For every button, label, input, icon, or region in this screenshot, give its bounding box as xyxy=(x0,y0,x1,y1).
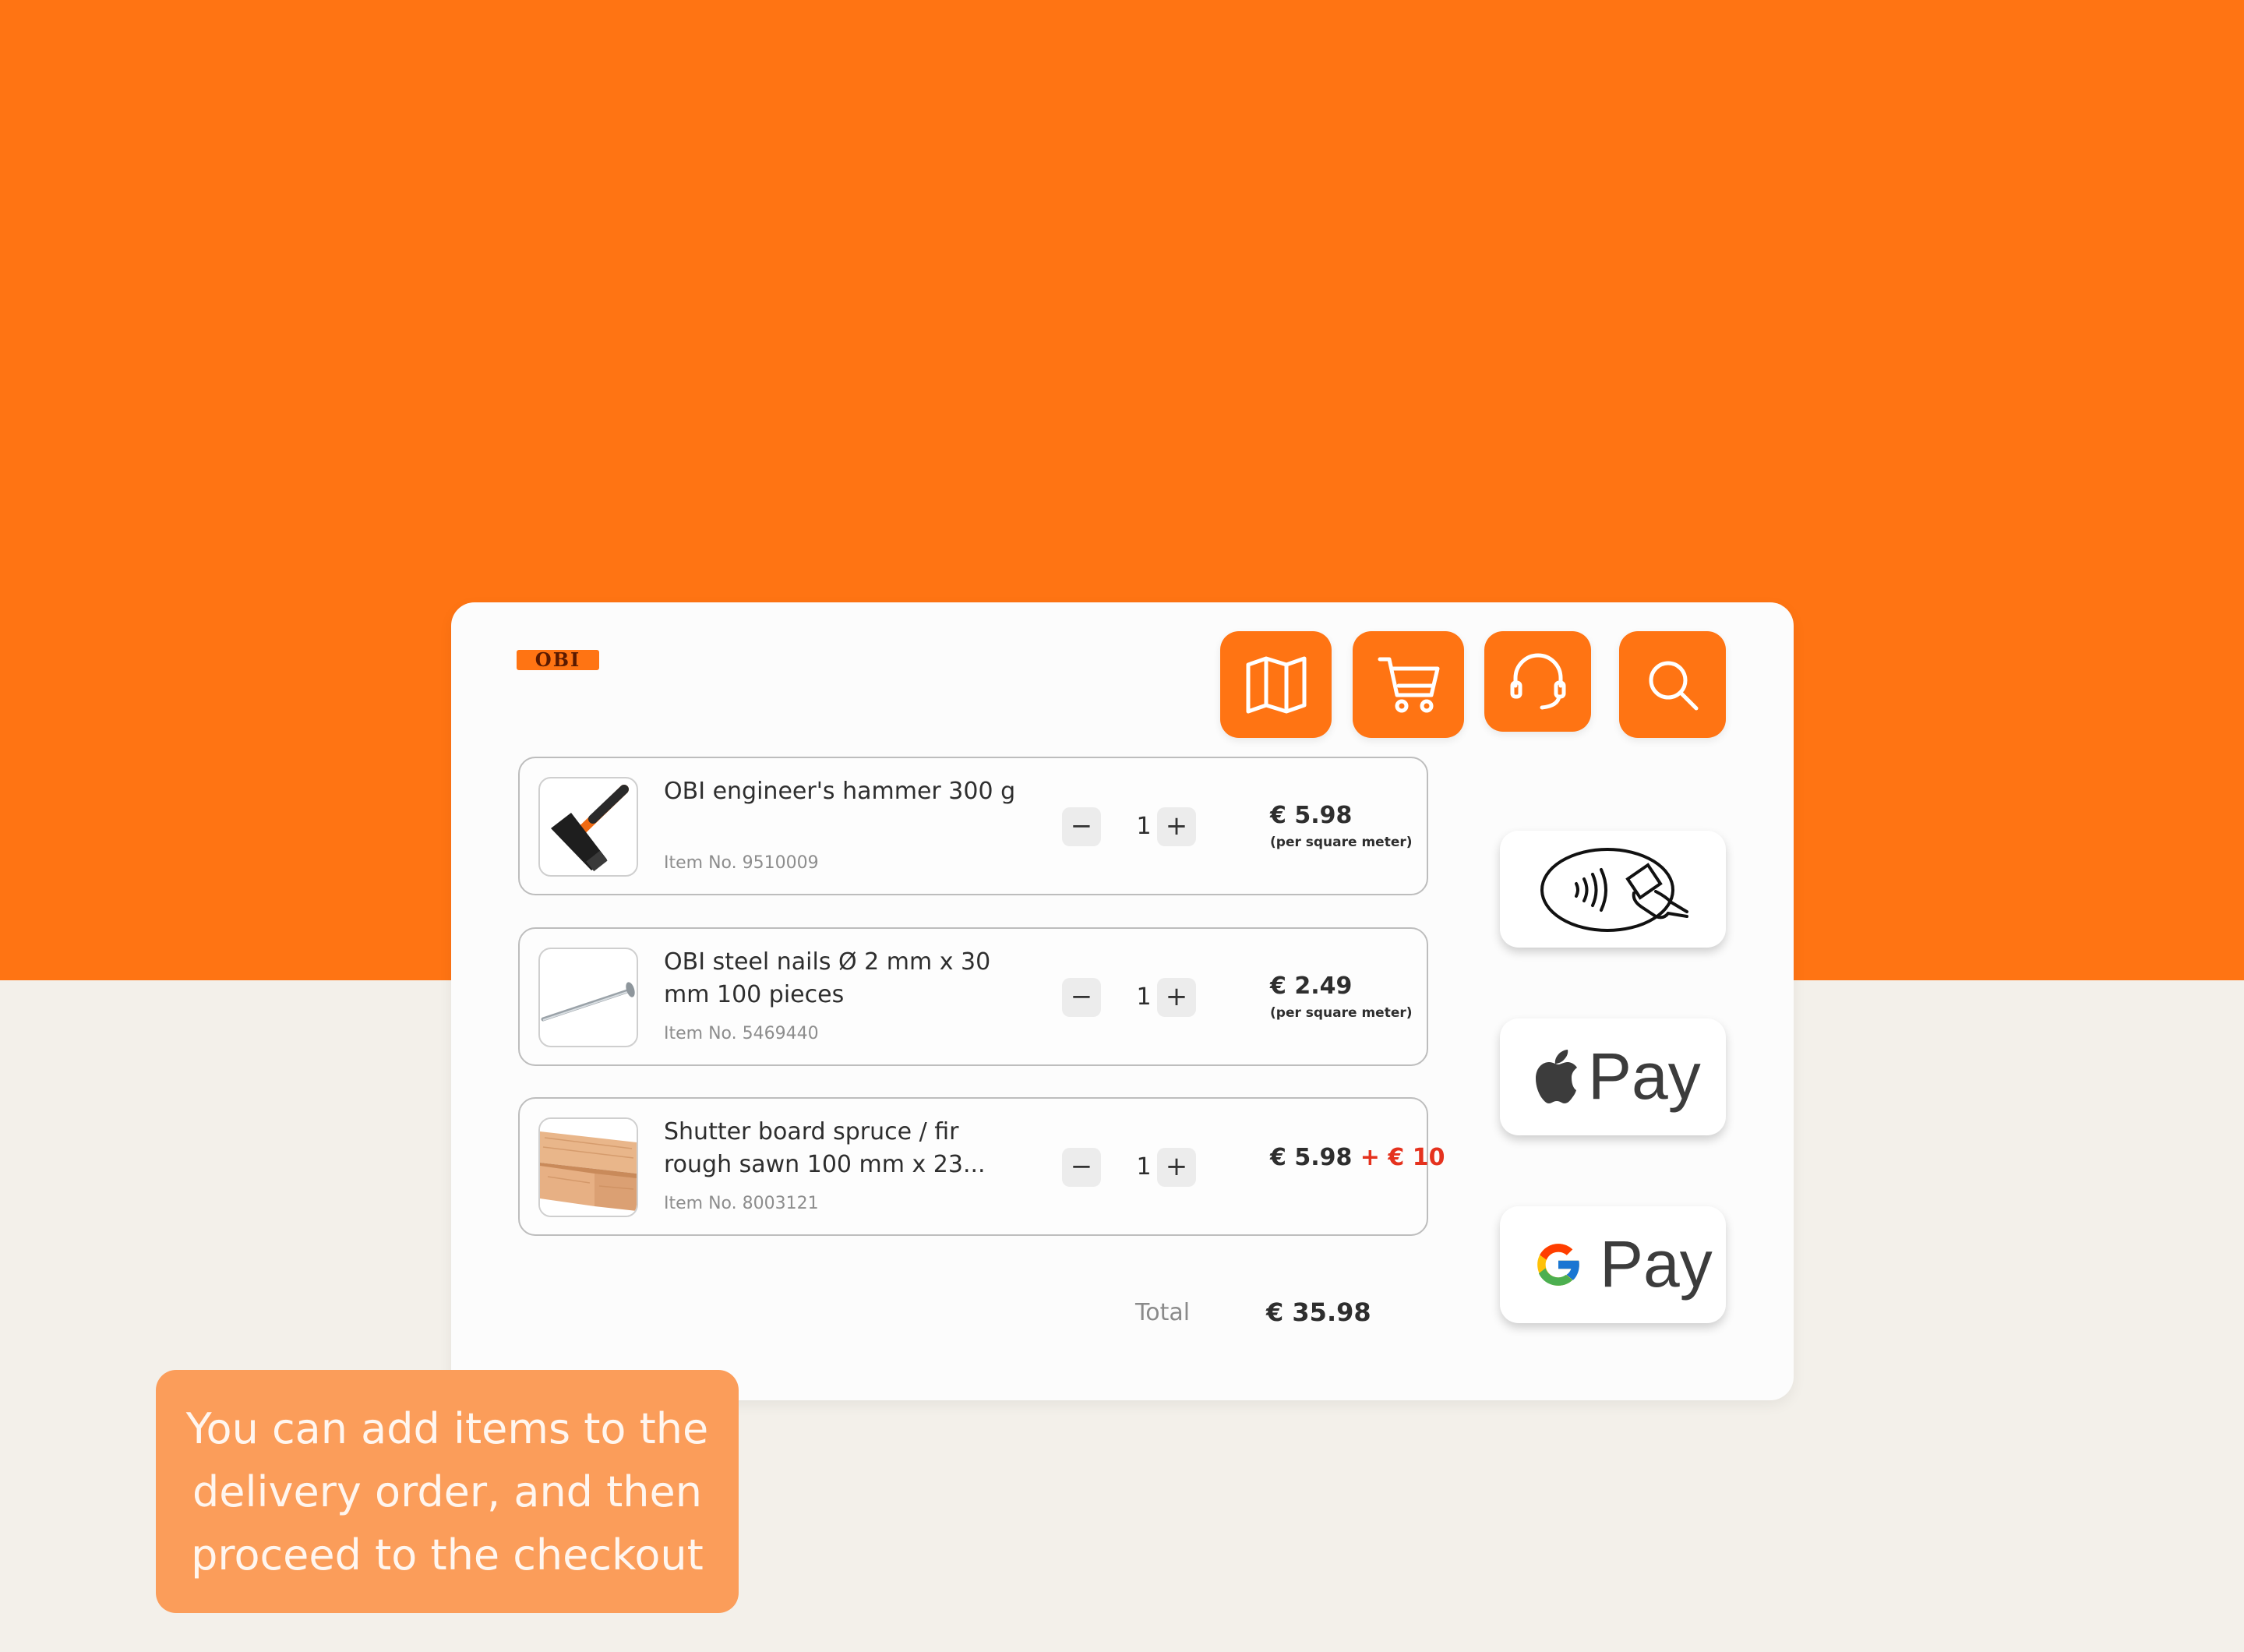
headset-icon xyxy=(1510,653,1565,709)
map-icon xyxy=(1246,656,1306,713)
decrease-qty-button[interactable]: − xyxy=(1062,978,1101,1017)
product-image-nail[interactable] xyxy=(538,948,638,1047)
item-number: Item No. 5469440 xyxy=(664,1024,819,1043)
caption-text: You can add items to the delivery order,… xyxy=(185,1403,709,1580)
increase-qty-button[interactable]: + xyxy=(1157,978,1196,1017)
item-price: € 5.98 xyxy=(1270,802,1352,829)
item-name[interactable]: Shutter board spruce / fir rough sawn 10… xyxy=(664,1116,1030,1181)
price-value: € 5.98 xyxy=(1270,802,1353,829)
total-label: Total xyxy=(1135,1299,1191,1326)
quantity-value: 1 xyxy=(1136,983,1152,1011)
price-value: € 5.98 xyxy=(1270,1144,1353,1171)
price-extra: + € 10 xyxy=(1360,1144,1445,1171)
decrease-qty-button[interactable]: − xyxy=(1062,1148,1101,1187)
product-image-wood-boards[interactable] xyxy=(538,1117,638,1217)
price-value: € 2.49 xyxy=(1270,972,1353,1000)
map-button[interactable] xyxy=(1220,631,1332,738)
price-unit: (per square meter) xyxy=(1270,1005,1413,1021)
quantity-value: 1 xyxy=(1136,813,1152,840)
search-button[interactable] xyxy=(1619,631,1726,738)
apple-pay-button[interactable]: Pay xyxy=(1500,1018,1726,1135)
obi-logo[interactable]: OBI xyxy=(517,649,599,671)
increase-qty-button[interactable]: + xyxy=(1157,1148,1196,1187)
caption-banner: You can add items to the delivery order,… xyxy=(156,1370,739,1613)
total-value: € 35.98 xyxy=(1266,1297,1371,1327)
product-image-hammer[interactable] xyxy=(538,777,638,877)
google-pay-label: Pay xyxy=(1600,1227,1713,1301)
search-icon xyxy=(1649,661,1698,710)
apple-icon xyxy=(1536,1050,1577,1103)
item-number: Item No. 9510009 xyxy=(664,853,819,873)
contactless-payment-icon xyxy=(1540,848,1688,932)
cart-item: Shutter board spruce / fir rough sawn 10… xyxy=(518,1097,1445,1236)
decrease-qty-button[interactable]: − xyxy=(1062,807,1101,846)
price-unit: (per square meter) xyxy=(1270,835,1413,850)
cart-icon xyxy=(1378,657,1439,712)
quantity-value: 1 xyxy=(1136,1153,1152,1181)
cart-button[interactable] xyxy=(1353,631,1464,738)
google-g-icon xyxy=(1537,1244,1581,1286)
support-button[interactable] xyxy=(1484,631,1591,732)
item-number: Item No. 8003121 xyxy=(664,1194,819,1213)
item-price: € 5.98 + € 10 xyxy=(1270,1144,1445,1171)
contactless-pay-button[interactable] xyxy=(1500,831,1726,948)
cart-item: OBI steel nails Ø 2 mm x 30 mm 100 piece… xyxy=(518,927,1428,1066)
item-name[interactable]: OBI steel nails Ø 2 mm x 30 mm 100 piece… xyxy=(664,946,1030,1011)
svg-text:OBI: OBI xyxy=(535,649,580,671)
google-pay-button[interactable]: Pay xyxy=(1500,1206,1726,1323)
increase-qty-button[interactable]: + xyxy=(1157,807,1196,846)
item-name[interactable]: OBI engineer's hammer 300 g xyxy=(664,775,1030,808)
cart-item: OBI engineer's hammer 300 g Item No. 951… xyxy=(518,757,1428,895)
item-price: € 2.49 xyxy=(1270,972,1352,1000)
apple-pay-label: Pay xyxy=(1588,1040,1701,1113)
